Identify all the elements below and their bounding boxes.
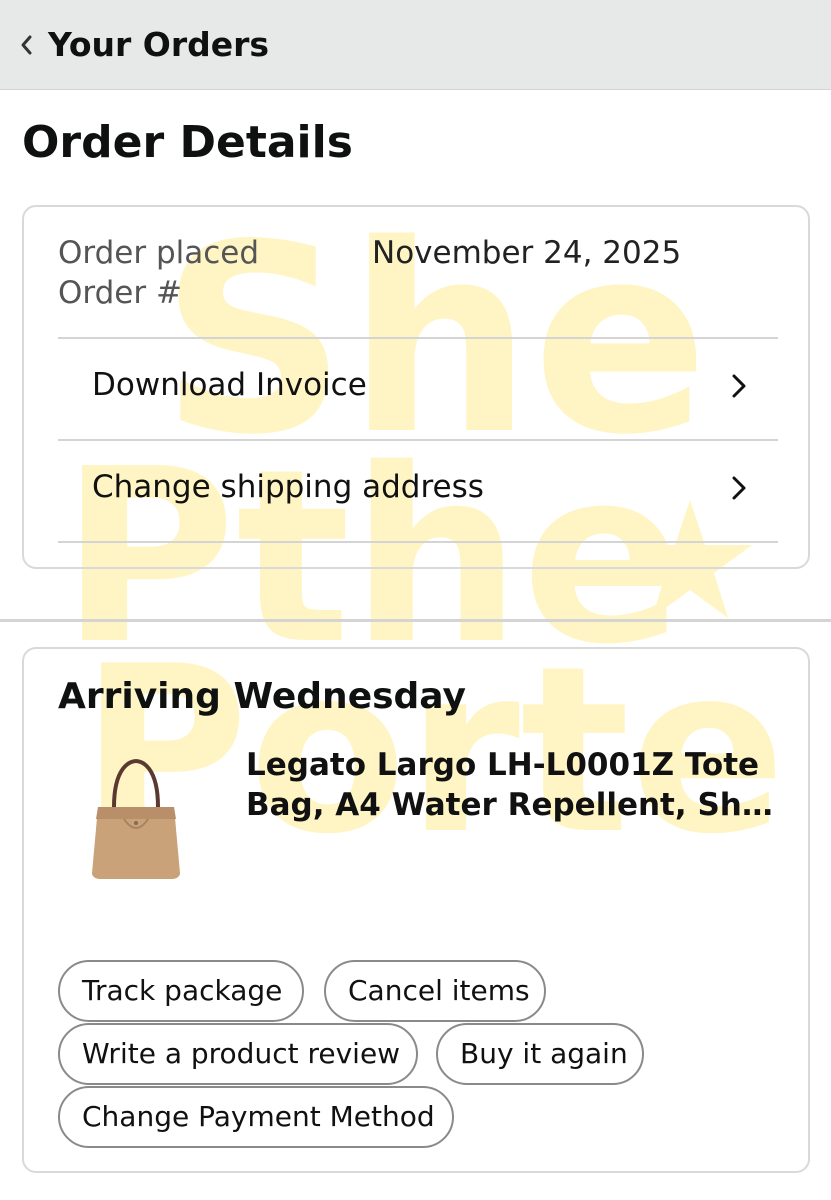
download-invoice-row[interactable]: Download Invoice [24,339,776,437]
chevron-right-icon [732,476,746,500]
product-image-tote-bag[interactable] [84,757,188,881]
track-package-button[interactable]: Track package [58,960,304,1022]
buy-it-again-button[interactable]: Buy it again [436,1023,644,1085]
product-title-link[interactable]: Legato Largo LH-L0001Z Tote Bag, A4 Wate… [246,745,786,825]
order-placed-label: Order placed [58,235,260,271]
change-shipping-address-label: Change shipping address [92,469,484,505]
page-title: Order Details [22,117,353,168]
divider [58,541,778,543]
order-info-card: Order placed November 24, 2025 Order # D… [22,205,810,569]
shipment-card: Arriving Wednesday Legato Largo LH-L0001… [22,647,810,1173]
cancel-items-button[interactable]: Cancel items [324,960,546,1022]
chevron-right-icon [732,374,746,398]
write-review-button[interactable]: Write a product review [58,1023,418,1085]
order-placed-value: November 24, 2025 [372,235,682,271]
delivery-status: Arriving Wednesday [58,676,466,717]
change-payment-method-button[interactable]: Change Payment Method [58,1086,454,1148]
top-nav-bar: Your Orders [0,0,831,90]
product-title-line-1: Legato Largo LH-L0001Z Tote [246,747,760,783]
product-title-line-2: Bag, A4 Water Repellent, Sh… [246,787,773,823]
section-separator [0,619,831,622]
download-invoice-label: Download Invoice [92,367,367,403]
back-to-orders-link[interactable]: Your Orders [48,24,269,66]
chevron-left-icon[interactable] [18,31,34,59]
change-shipping-address-row[interactable]: Change shipping address [24,441,776,539]
order-number-label: Order # [58,275,182,311]
